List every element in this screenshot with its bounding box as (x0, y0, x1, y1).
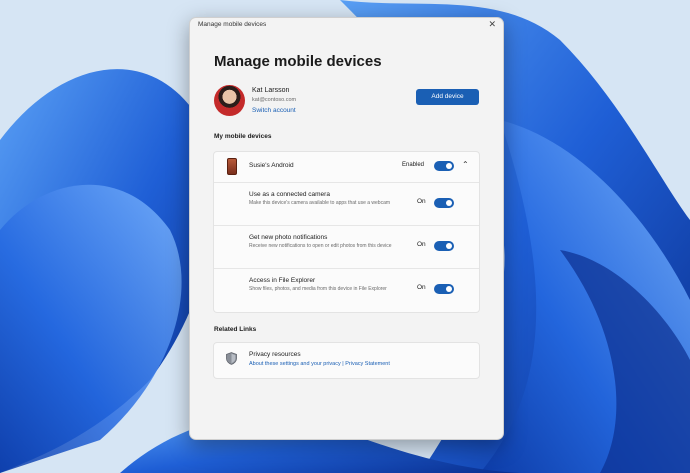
page-title: Manage mobile devices (214, 53, 382, 70)
close-icon[interactable]: ✕ (488, 19, 496, 30)
chevron-up-icon[interactable]: ⌃ (462, 160, 469, 169)
setting-state-label: On (417, 198, 426, 205)
setting-title: Use as a connected camera (249, 191, 330, 198)
privacy-statement-link[interactable]: Privacy Statement (345, 361, 390, 367)
privacy-card: Privacy resources About these settings a… (213, 342, 480, 379)
setting-title: Get new photo notifications (249, 234, 328, 241)
setting-title: Access in File Explorer (249, 277, 316, 284)
setting-state-label: On (417, 241, 426, 248)
shield-icon (226, 352, 237, 365)
device-name: Susie's Android (249, 162, 294, 169)
setting-row-camera: Use as a connected camera Make this devi… (214, 183, 479, 226)
setting-description: Receive new notifications to open or edi… (249, 243, 392, 249)
add-device-button[interactable]: Add device (416, 89, 479, 105)
photo-notifications-toggle[interactable] (434, 241, 454, 251)
enabled-label: Enabled (402, 162, 425, 168)
about-privacy-link[interactable]: About these settings and your privacy (249, 361, 341, 367)
my-devices-section-label: My mobile devices (214, 133, 272, 140)
title-bar: Manage mobile devices ✕ (190, 18, 503, 34)
account-email: kat@contoso.com (252, 97, 297, 103)
setting-state-label: On (417, 284, 426, 291)
account-name: Kat Larsson (252, 87, 290, 94)
setting-row-file-explorer: Access in File Explorer Show files, phot… (214, 269, 479, 311)
setting-description: Show files, photos, and media from this … (249, 286, 387, 292)
device-card: Susie's Android Enabled ⌃ Use as a conne… (213, 151, 480, 313)
camera-toggle[interactable] (434, 198, 454, 208)
account-section: Kat Larsson kat@contoso.com Switch accou… (214, 85, 482, 119)
manage-mobile-devices-dialog: Manage mobile devices ✕ Manage mobile de… (189, 17, 504, 440)
phone-icon (227, 158, 237, 175)
window-title: Manage mobile devices (198, 21, 267, 28)
privacy-resources-title: Privacy resources (249, 351, 301, 358)
switch-account-link[interactable]: Switch account (252, 107, 296, 114)
setting-row-photo-notifications: Get new photo notifications Receive new … (214, 226, 479, 269)
privacy-links: About these settings and your privacy | … (249, 361, 390, 367)
file-explorer-toggle[interactable] (434, 284, 454, 294)
device-header[interactable]: Susie's Android Enabled ⌃ (214, 152, 479, 183)
related-links-section-label: Related Links (214, 326, 257, 333)
avatar (214, 85, 245, 116)
setting-description: Make this device's camera available to a… (249, 200, 391, 206)
device-enabled-toggle[interactable] (434, 161, 454, 171)
